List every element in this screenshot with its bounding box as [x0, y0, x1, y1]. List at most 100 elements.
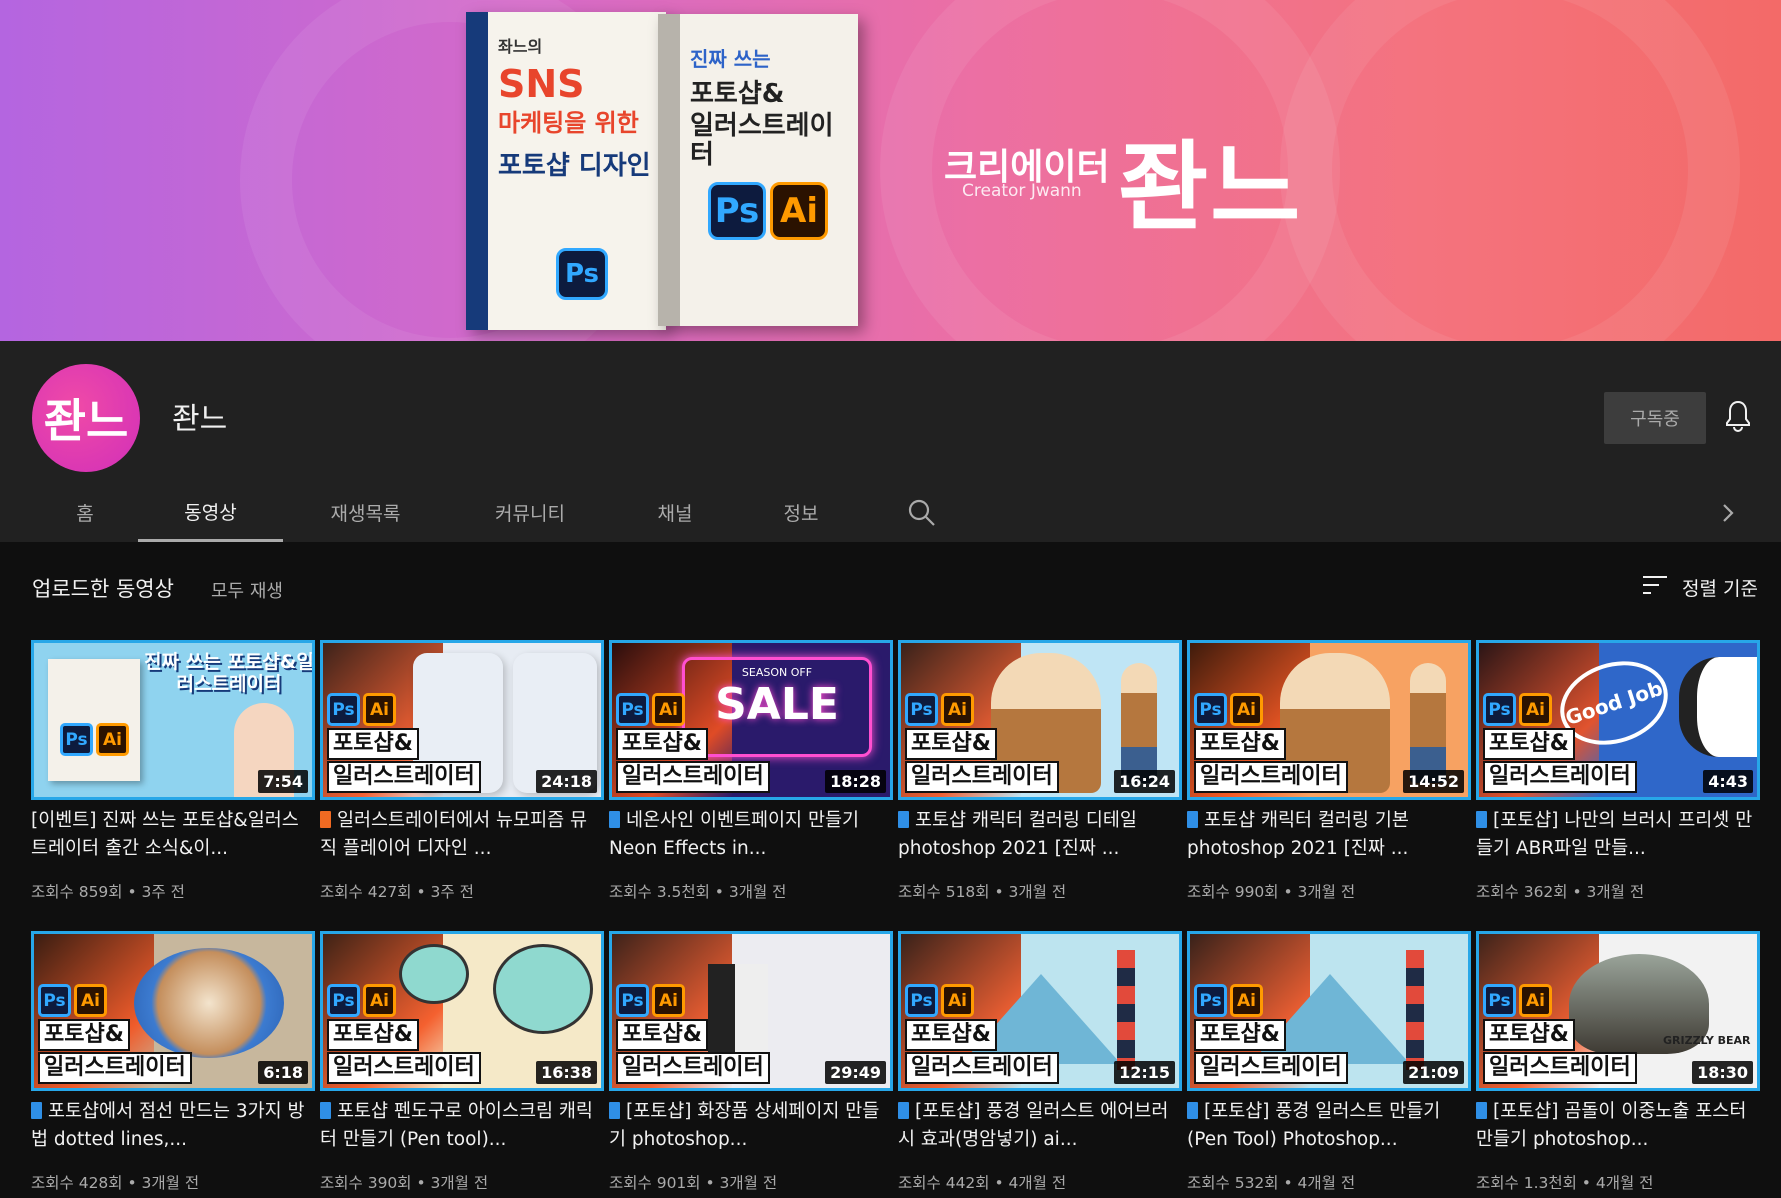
video-thumbnail[interactable]: GRIZZLY BEAR Ps Ai 포토샵& 일러스트레이터 18:30: [1476, 931, 1760, 1091]
thumbnail-label-line: 포토샵&: [327, 1019, 419, 1051]
photoshop-icon: Ps: [327, 984, 360, 1017]
video-thumbnail[interactable]: Ps Ai 포토샵& 일러스트레이터 16:38: [320, 931, 604, 1091]
book-title-line: 마케팅을 위한: [498, 109, 639, 137]
subscribed-button[interactable]: 구독중: [1604, 392, 1706, 444]
video-title[interactable]: [포토샵] 풍경 일러스트 에어브러시 효과(명암넣기) ai...: [898, 1098, 1178, 1154]
thumbnail-app-icons: Ps Ai: [1483, 693, 1637, 726]
thumbnail-label-line: 일러스트레이터: [905, 1052, 1059, 1084]
video-title[interactable]: 일러스트레이터에서 뉴모피즘 뮤직 플레이어 디자인 ...: [320, 807, 600, 863]
video-title[interactable]: 네온사인 이벤트페이지 만들기 Neon Effects in...: [609, 807, 889, 863]
video-meta: 조회수 428회 • 3개월 전: [31, 1174, 200, 1192]
video-thumbnail[interactable]: Ps Ai 포토샵& 일러스트레이터 29:49: [609, 931, 893, 1091]
video-thumbnail[interactable]: Ps Ai 포토샵& 일러스트레이터 24:18: [320, 640, 604, 800]
illustrator-icon: Ai: [74, 984, 107, 1017]
video-thumbnail[interactable]: Ps Ai 포토샵& 일러스트레이터 14:52: [1187, 640, 1471, 800]
video-title[interactable]: [포토샵] 화장품 상세페이지 만들기 photoshop...: [609, 1098, 889, 1154]
thumbnail-label-line: 포토샵&: [1194, 1019, 1286, 1051]
video-title[interactable]: [포토샵] 곰돌이 이중노출 포스터 만들기 photoshop...: [1476, 1098, 1756, 1154]
blue-book-icon: [1187, 811, 1198, 828]
book-title-line: 포토샵&: [690, 79, 785, 109]
video-meta: 조회수 3.5천회 • 3개월 전: [609, 883, 787, 901]
tab-playlists[interactable]: 재생목록: [318, 483, 413, 542]
thumbnail-label-line: 일러스트레이터: [1194, 1052, 1348, 1084]
video-thumbnail[interactable]: Ps Ai 포토샵& 일러스트레이터 12:15: [898, 931, 1182, 1091]
thumbnail-app-icons: Ps Ai: [616, 984, 770, 1017]
thumbnail-label: Ps Ai 포토샵& 일러스트레이터: [1194, 693, 1348, 793]
lighthouse: [1117, 950, 1135, 1070]
photoshop-icon: Ps: [616, 693, 649, 726]
video-thumbnail[interactable]: Ps Ai 포토샵& 일러스트레이터 21:09: [1187, 931, 1471, 1091]
tab-home[interactable]: 홈: [60, 483, 110, 542]
tab-videos[interactable]: 동영상: [138, 483, 283, 542]
thumbnail-label: Ps Ai 포토샵& 일러스트레이터: [327, 984, 481, 1084]
thumbnail-label-line: 포토샵&: [905, 1019, 997, 1051]
blue-book-icon: [609, 1102, 620, 1119]
video-duration: 16:24: [1114, 770, 1175, 793]
avatar[interactable]: 좐느: [32, 364, 140, 472]
photoshop-icon: Ps: [38, 984, 71, 1017]
ice-cream-character: [493, 944, 593, 1034]
photoshop-icon: Ps: [905, 984, 938, 1017]
bell-icon[interactable]: [1723, 399, 1753, 433]
lighthouse: [1406, 950, 1424, 1070]
video-thumbnail[interactable]: Ps Ai 포토샵& 일러스트레이터 16:24: [898, 640, 1182, 800]
video-thumbnail[interactable]: Good Job Ps Ai 포토샵& 일러스트레이터 4:43: [1476, 640, 1760, 800]
video-title[interactable]: [포토샵] 풍경 일러스트 만들기 (Pen Tool) Photoshop..…: [1187, 1098, 1467, 1154]
video-title[interactable]: [이벤트] 진짜 쓰는 포토샵&일러스트레이터 출간 소식&이...: [31, 807, 311, 863]
thumbnail-label-line: 포토샵&: [1194, 728, 1286, 760]
sort-icon: [1642, 574, 1668, 601]
video-duration: 4:43: [1703, 770, 1753, 793]
play-all-link[interactable]: 모두 재생: [211, 577, 283, 603]
thumbnail-label-line: 일러스트레이터: [616, 1052, 770, 1084]
book-title-line: 포토샵 디자인: [498, 151, 651, 181]
thumbnail-app-icons: Ps Ai: [60, 723, 129, 756]
tab-community[interactable]: 커뮤니티: [480, 483, 580, 542]
chevron-right-icon[interactable]: [1714, 499, 1742, 527]
video-meta: 조회수 859회 • 3주 전: [31, 883, 185, 901]
book-title-line: 진짜 쓰는: [690, 47, 771, 71]
video-title[interactable]: 포토샵 펜도구로 아이스크림 캐릭터 만들기 (Pen tool)...: [320, 1098, 600, 1154]
illustrator-icon: Ai: [363, 693, 396, 726]
thumbnail-label-line: 일러스트레이터: [1194, 761, 1348, 793]
thumbnail-label: Ps Ai 포토샵& 일러스트레이터: [616, 984, 770, 1084]
video-title[interactable]: [포토샵] 나만의 브러시 프리셋 만들기 ABR파일 만들...: [1476, 807, 1756, 863]
orange-book-icon: [320, 811, 331, 828]
blue-book-icon: [898, 811, 909, 828]
video-title[interactable]: 포토샵 캐릭터 컬러링 디테일 photoshop 2021 [진짜 ...: [898, 807, 1178, 863]
neon-sign-top: SEASON OFF: [741, 666, 813, 679]
thumbnail-app-icons: Ps Ai: [616, 693, 770, 726]
channel-name: 좐느: [172, 402, 228, 437]
thumbnail-label-line: 포토샵&: [616, 1019, 708, 1051]
video-thumbnail[interactable]: SEASON OFF SALE Ps Ai 포토샵& 일러스트레이터 18:28: [609, 640, 893, 800]
video-duration: 18:28: [825, 770, 886, 793]
thumbnail-app-icons: Ps Ai: [905, 984, 1059, 1017]
video-duration: 6:18: [258, 1061, 308, 1084]
illustrator-icon: Ai: [652, 693, 685, 726]
video-duration: 24:18: [536, 770, 597, 793]
video-duration: 7:54: [258, 770, 308, 793]
blue-book-icon: [31, 1102, 42, 1119]
video-meta: 조회수 1.3천회 • 4개월 전: [1476, 1174, 1654, 1192]
illustrator-icon: Ai: [363, 984, 396, 1017]
illustrator-icon: Ai: [1230, 693, 1263, 726]
thumbnail-label: Ps Ai 포토샵& 일러스트레이터: [1194, 984, 1348, 1084]
thumbnail-label-line: 포토샵&: [327, 728, 419, 760]
video-duration: 12:15: [1114, 1061, 1175, 1084]
video-meta: 조회수 990회 • 3개월 전: [1187, 883, 1356, 901]
book-title-line: SNS: [498, 62, 585, 106]
thumbnail-label: Ps Ai 포토샵& 일러스트레이터: [616, 693, 770, 793]
thumbnail-app-icons: Ps Ai: [905, 693, 1059, 726]
cow-illustration: [1679, 657, 1757, 757]
illustrator-icon: Ai: [652, 984, 685, 1017]
thumbnail-app-icons: Ps Ai: [1194, 984, 1348, 1017]
tab-channels[interactable]: 채널: [648, 483, 702, 542]
video-title[interactable]: 포토샵 캐릭터 컬러링 기본 photoshop 2021 [진짜 ...: [1187, 807, 1467, 863]
video-thumbnail[interactable]: 진짜 쓰는 포토샵&일러스트레이터 Ps Ai 7:54: [31, 640, 315, 800]
photoshop-icon: Ps: [327, 693, 360, 726]
video-thumbnail[interactable]: Ps Ai 포토샵& 일러스트레이터 6:18: [31, 931, 315, 1091]
search-icon[interactable]: [906, 497, 938, 529]
video-title[interactable]: 포토샵에서 점선 만드는 3가지 방법 dotted lines,...: [31, 1098, 311, 1154]
tab-about[interactable]: 정보: [772, 483, 830, 542]
thumbnail-label: Ps Ai 포토샵& 일러스트레이터: [905, 984, 1059, 1084]
sort-button[interactable]: 정렬 기준: [1642, 574, 1758, 601]
